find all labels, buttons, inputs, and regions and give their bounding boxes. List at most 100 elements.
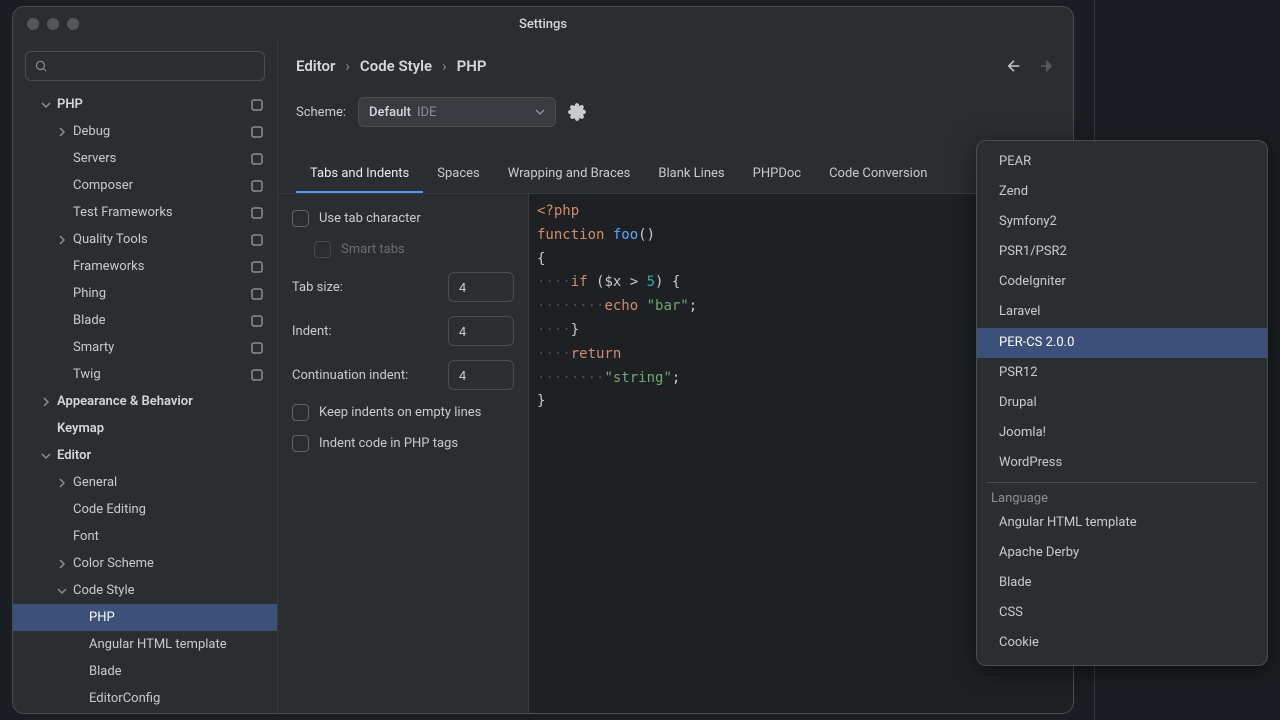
chevron-down-icon [535, 107, 545, 117]
search-input-wrapper[interactable] [25, 51, 265, 81]
continuation-indent-row: Continuation indent: [292, 360, 514, 390]
checkbox-label: Smart tabs [341, 242, 405, 257]
tab-spaces[interactable]: Spaces [423, 156, 494, 193]
tree-label: Font [73, 529, 265, 544]
tree-item-php[interactable]: PHP [13, 91, 277, 118]
tree-item-phing[interactable]: Phing [13, 280, 277, 307]
lang-blade[interactable]: Blade [977, 568, 1267, 598]
tab-blank-lines[interactable]: Blank Lines [644, 156, 738, 193]
tree-item-color-scheme[interactable]: Color Scheme [13, 550, 277, 577]
tab-code-conversion[interactable]: Code Conversion [815, 156, 941, 193]
tab-tabs-indents[interactable]: Tabs and Indents [296, 156, 423, 193]
tree-item-twig[interactable]: Twig [13, 361, 277, 388]
tree-item-blade[interactable]: Blade [13, 307, 277, 334]
popup-heading-language: Language [977, 487, 1267, 508]
scheme-label: Scheme: [296, 105, 346, 120]
nav-forward-button[interactable] [1037, 57, 1055, 75]
tree-item-test-frameworks[interactable]: Test Frameworks [13, 199, 277, 226]
tree-label: PHP [89, 610, 265, 625]
tree-item-code-style-blade[interactable]: Blade [13, 658, 277, 685]
preset-pear[interactable]: PEAR [977, 147, 1267, 177]
titlebar: Settings [13, 7, 1073, 41]
tab-phpdoc[interactable]: PHPDoc [739, 156, 815, 193]
settings-header: Editor › Code Style › PHP [278, 41, 1073, 91]
field-label: Indent: [292, 324, 440, 339]
tree-item-code-style-php[interactable]: PHP [13, 604, 277, 631]
use-tab-checkbox-row[interactable]: Use tab character [292, 210, 514, 227]
preset-laravel[interactable]: Laravel [977, 297, 1267, 327]
field-label: Continuation indent: [292, 368, 440, 383]
preset-joomla[interactable]: Joomla! [977, 418, 1267, 448]
tree-item-code-style-angular[interactable]: Angular HTML template [13, 631, 277, 658]
tree-item-servers[interactable]: Servers [13, 145, 277, 172]
indent-input[interactable] [448, 316, 514, 346]
lang-css[interactable]: CSS [977, 598, 1267, 628]
preset-per-cs[interactable]: PER-CS 2.0.0 [977, 328, 1267, 358]
tree-item-general[interactable]: General [13, 469, 277, 496]
tree-item-code-editing[interactable]: Code Editing [13, 496, 277, 523]
scheme-dropdown[interactable]: Default IDE [358, 97, 556, 127]
preset-psr1-psr2[interactable]: PSR1/PSR2 [977, 237, 1267, 267]
keep-indents-checkbox-row[interactable]: Keep indents on empty lines [292, 404, 514, 421]
preset-drupal[interactable]: Drupal [977, 388, 1267, 418]
tree-label: Smarty [73, 340, 249, 355]
minimize-window-button[interactable] [47, 18, 59, 30]
checkbox-icon [314, 241, 331, 258]
project-override-icon [249, 151, 265, 167]
tree-label: General [73, 475, 265, 490]
breadcrumb-part[interactable]: Code Style [360, 57, 432, 75]
window-controls [13, 18, 79, 30]
tree-label: Blade [89, 664, 265, 679]
tree-item-debug[interactable]: Debug [13, 118, 277, 145]
window-title: Settings [519, 17, 567, 32]
chevron-right-icon: › [442, 57, 447, 75]
tree-item-code-style-editorconfig[interactable]: EditorConfig [13, 685, 277, 712]
indent-row: Indent: [292, 316, 514, 346]
checkbox-icon [292, 404, 309, 421]
scheme-value: Default [369, 105, 411, 120]
preset-psr12[interactable]: PSR12 [977, 358, 1267, 388]
preset-zend[interactable]: Zend [977, 177, 1267, 207]
scheme-scope: IDE [417, 105, 436, 120]
settings-tree[interactable]: PHP Debug Servers Composer Test Framewor… [13, 91, 277, 713]
lang-cookie[interactable]: Cookie [977, 628, 1267, 658]
tree-item-quality-tools[interactable]: Quality Tools [13, 226, 277, 253]
tree-label: Editor [57, 448, 265, 463]
tree-item-composer[interactable]: Composer [13, 172, 277, 199]
set-from-popup[interactable]: PEAR Zend Symfony2 PSR1/PSR2 CodeIgniter… [976, 140, 1268, 666]
tree-item-smarty[interactable]: Smarty [13, 334, 277, 361]
tree-label: Code Editing [73, 502, 265, 517]
tree-item-code-style[interactable]: Code Style [13, 577, 277, 604]
zoom-window-button[interactable] [67, 18, 79, 30]
lang-apache-derby[interactable]: Apache Derby [977, 538, 1267, 568]
project-override-icon [249, 313, 265, 329]
tab-size-input[interactable] [448, 272, 514, 302]
tab-wrapping[interactable]: Wrapping and Braces [494, 156, 645, 193]
close-window-button[interactable] [27, 18, 39, 30]
tree-item-appearance[interactable]: Appearance & Behavior [13, 388, 277, 415]
tree-label: Composer [73, 178, 249, 193]
lang-angular[interactable]: Angular HTML template [977, 508, 1267, 538]
preset-wordpress[interactable]: WordPress [977, 448, 1267, 478]
checkbox-label: Indent code in PHP tags [319, 436, 458, 451]
continuation-indent-input[interactable] [448, 360, 514, 390]
project-override-icon [249, 232, 265, 248]
preset-symfony2[interactable]: Symfony2 [977, 207, 1267, 237]
preset-codeigniter[interactable]: CodeIgniter [977, 267, 1267, 297]
tree-label: Servers [73, 151, 249, 166]
tree-item-frameworks[interactable]: Frameworks [13, 253, 277, 280]
indent-php-tags-checkbox-row[interactable]: Indent code in PHP tags [292, 435, 514, 452]
tree-item-font[interactable]: Font [13, 523, 277, 550]
search-input[interactable] [54, 59, 256, 74]
breadcrumb-part[interactable]: Editor [296, 57, 335, 75]
tree-label: Code Style [73, 583, 265, 598]
gear-icon[interactable] [568, 103, 586, 121]
tree-label: PHP [57, 97, 249, 112]
tree-label: Color Scheme [73, 556, 265, 571]
nav-back-button[interactable] [1005, 57, 1023, 75]
popup-separator [987, 482, 1257, 483]
tree-item-keymap[interactable]: Keymap [13, 415, 277, 442]
code-style-tabs: Tabs and Indents Spaces Wrapping and Bra… [278, 156, 1073, 194]
tree-item-editor[interactable]: Editor [13, 442, 277, 469]
project-override-icon [249, 178, 265, 194]
